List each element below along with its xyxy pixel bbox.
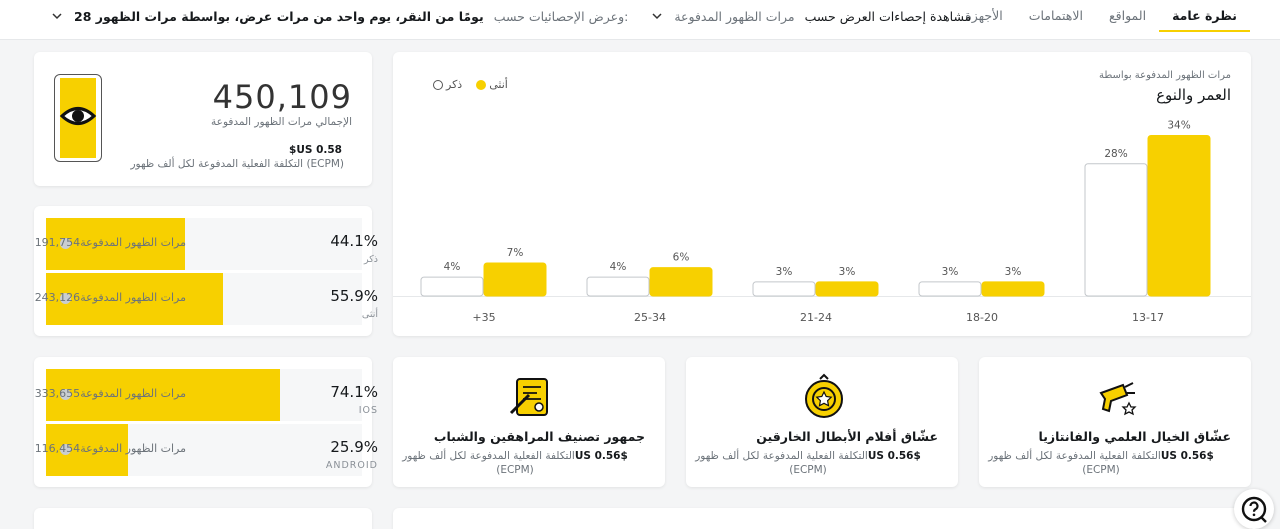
bar-label-male: 28%: [1104, 148, 1127, 160]
x-tick-label: +35: [472, 311, 495, 324]
row-percent: 55.9%: [330, 287, 378, 305]
view-by-label: مشاهدة إحصاءات العرض حسب: [804, 8, 972, 24]
chevron-down-icon[interactable]: [650, 9, 664, 23]
bar-female: [981, 281, 1045, 297]
interest-name: جمهور تصنيف المراهقين والشباب: [433, 429, 645, 444]
total-impressions: 450,109: [212, 78, 352, 116]
ecpm-label: التكلفة الفعلية المدفوعة لكل ألف ظهور (E…: [130, 158, 344, 170]
bar-label-male: 4%: [610, 261, 627, 273]
question-icon: [1241, 496, 1267, 523]
bar-label-male: 4%: [444, 261, 461, 273]
interest-cpm-value: $US 0.56: [867, 450, 921, 462]
bar-female: [1147, 134, 1211, 297]
interest-cpm: $US 0.56التكلفة الفعلية المدفوعة لكل ألف…: [678, 449, 938, 477]
interest-name: عشّاق الخيال العلمي والفانتازيا: [1038, 429, 1232, 444]
chevron-down-icon[interactable]: [50, 9, 64, 23]
interest-cpm: $US 0.56التكلفة الفعلية المدفوعة لكل ألف…: [385, 449, 645, 477]
interest-card-scifi[interactable]: عشّاق الخيال العلمي والفانتازيا $US 0.56…: [979, 357, 1251, 487]
bar-male: [1084, 163, 1148, 297]
bar-male: [752, 281, 816, 297]
bar-female: [815, 281, 879, 297]
interest-cpm-value: $US 0.56: [1160, 450, 1214, 462]
bar-label-female: 6%: [673, 252, 690, 264]
bar-label-male: 3%: [776, 266, 793, 278]
bar-male: [586, 276, 650, 297]
ecpm-value: $US 0.58: [289, 144, 342, 156]
interest-cpm-value: $US 0.56: [574, 450, 628, 462]
gender-row-male: مرات الظهور المدفوعة191,754 44.1% ذكر: [35, 218, 378, 270]
display-filter-value[interactable]: 28 يومًا من النقر، يوم واحد من مرات عرض،…: [74, 9, 484, 24]
row-percent: 44.1%: [330, 232, 378, 250]
bar-male: [918, 281, 982, 297]
tab-locations[interactable]: المواقع: [1096, 0, 1159, 32]
interest-name: عشّاق أفلام الأبطال الخارقين: [756, 429, 938, 444]
top-bar: نظرة عامة المواقع الاهتمامات الأجهزة 28 …: [0, 0, 1280, 40]
bottom-card-right: [393, 508, 1251, 529]
x-tick-label: 13-17: [1132, 311, 1164, 324]
gender-row-female: مرات الظهور المدفوعة243,126 55.9% أنثى: [35, 273, 378, 325]
row-caption: ذكر: [364, 254, 378, 265]
row-caption: IOS: [358, 405, 378, 416]
bar-female: [649, 267, 713, 297]
tabs: نظرة عامة المواقع الاهتمامات الأجهزة: [952, 0, 1250, 40]
bar-female: [483, 262, 547, 297]
row-caption: أنثى: [361, 309, 378, 320]
interest-cpm-label: التكلفة الفعلية المدفوعة لكل ألف ظهور (E…: [402, 450, 575, 476]
eye-icon: [59, 107, 97, 125]
row-count: 243,126: [34, 291, 81, 304]
tab-interests[interactable]: الاهتمامات: [1016, 0, 1096, 32]
interest-card-superhero[interactable]: عشّاق أفلام الأبطال الخارقين $US 0.56الت…: [686, 357, 958, 487]
bar-male: [420, 276, 484, 297]
bar-label-female: 7%: [507, 247, 524, 259]
gender-card: مرات الظهور المدفوعة191,754 44.1% ذكر مر…: [34, 206, 378, 336]
row-caption: ANDROID: [325, 460, 378, 471]
bar-label-female: 3%: [839, 266, 856, 278]
x-tick-label: 18-20: [966, 311, 998, 324]
bar-label-female: 3%: [1005, 266, 1022, 278]
bar-chart: 34% 28% 13-17 3% 3% 18-20 3% 3% 21-24 6% 4% 25-34 7%…: [393, 119, 1251, 324]
row-label: مرات الظهور المدفوعة: [80, 442, 186, 455]
summary-card: 450,109 الإجمالي مرات الظهور المدفوعة $U…: [34, 52, 372, 186]
ray-gun-icon: [1099, 382, 1137, 416]
row-count: 333,655: [34, 387, 81, 400]
total-impressions-label: الإجمالي مرات الظهور المدفوعة: [211, 116, 352, 128]
phone-eye-icon: [54, 74, 102, 162]
filters: 28 يومًا من النقر، يوم واحد من مرات عرض،…: [50, 0, 971, 32]
interest-card-teen[interactable]: جمهور تصنيف المراهقين والشباب $US 0.56ال…: [393, 357, 665, 487]
view-by-value[interactable]: مرات الظهور المدفوعة: [674, 9, 794, 24]
x-tick-label: 25-34: [634, 311, 666, 324]
tab-overview[interactable]: نظرة عامة: [1159, 0, 1250, 32]
bar-label-male: 3%: [942, 266, 959, 278]
bottom-card-left: [34, 508, 372, 529]
row-percent: 74.1%: [330, 383, 378, 401]
row-count: 191,754: [34, 236, 81, 249]
row-label: مرات الظهور المدفوعة: [80, 236, 186, 249]
row-percent: 25.9%: [330, 438, 378, 456]
os-row-ios: مرات الظهور المدفوعة333,655 74.1% IOS: [35, 369, 378, 421]
x-tick-label: 21-24: [800, 311, 832, 324]
help-button[interactable]: [1234, 489, 1274, 529]
interest-cpm-label: التكلفة الفعلية المدفوعة لكل ألف ظهور (E…: [988, 450, 1161, 476]
os-card: مرات الظهور المدفوعة333,655 74.1% IOS مر…: [34, 357, 378, 487]
interest-cpm: $US 0.56التكلفة الفعلية المدفوعة لكل ألف…: [971, 449, 1231, 477]
hero-medal-icon: [805, 373, 843, 418]
display-filter-label: وعرض الإحصائيات حسب:: [493, 8, 629, 24]
os-row-android: مرات الظهور المدفوعة116,454 25.9% ANDROI…: [35, 424, 378, 476]
age-gender-chart-card: مرات الظهور المدفوعة بواسطة العمر والنوع…: [393, 52, 1251, 336]
bar-label-female: 34%: [1167, 119, 1190, 131]
row-label: مرات الظهور المدفوعة: [80, 387, 186, 400]
book-icon: [509, 378, 548, 416]
interest-cpm-label: التكلفة الفعلية المدفوعة لكل ألف ظهور (E…: [695, 450, 868, 476]
row-label: مرات الظهور المدفوعة: [80, 291, 186, 304]
row-count: 116,454: [34, 442, 81, 455]
